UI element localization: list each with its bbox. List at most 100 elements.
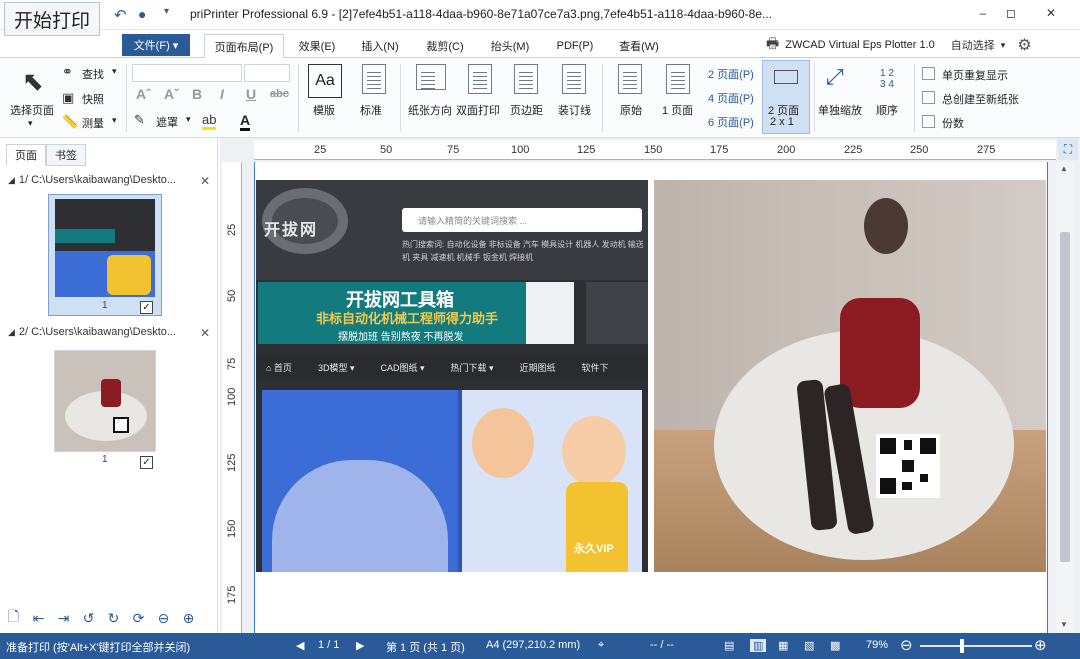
tab-header[interactable]: 抬头(M) [482,34,538,58]
zoom-out-icon[interactable]: ⊖ [154,609,173,628]
mask-button[interactable]: 遮罩 [156,114,178,130]
preview-page-1[interactable]: 开拔网 请输入精简的关键词搜索 ... 热门搜索词: 自动化设备 非标设备 汽车… [256,180,648,572]
ruler-settings-icon[interactable]: ⛶ [1058,138,1078,160]
undo-icon[interactable]: ↶ [114,6,127,24]
duplex-button[interactable]: 双面打印 [456,102,500,118]
restore-button[interactable]: ◻ [1000,4,1022,22]
page-checkbox-2[interactable]: ✓ [140,456,153,469]
repeat-each-page-checkbox[interactable] [922,67,935,80]
view-single-icon[interactable]: ▤ [724,639,734,652]
copies-checkbox[interactable] [922,115,935,128]
quick-access-dropdown-icon[interactable]: ▾ [164,6,169,17]
close-button[interactable]: ✕ [1040,4,1062,22]
printer-mode[interactable]: 自动选择 [951,37,995,53]
bold-icon[interactable]: B [192,86,202,102]
document-icon[interactable] [362,64,386,94]
rotate-right-icon[interactable]: ↻ [104,609,123,628]
four-pages-button[interactable]: 4 页面(P) [708,90,754,106]
zoom-slider-handle[interactable] [960,639,964,653]
one-page-button[interactable]: 1 页面 [662,102,693,118]
scale-icon[interactable]: ⤢ [826,64,844,90]
chevron-down-icon[interactable]: ▾ [186,114,191,125]
scroll-up-icon[interactable]: ▲ [1060,164,1068,173]
measure-button[interactable]: 测量 [82,115,104,131]
tab-pdf[interactable]: PDF(P) [548,34,602,58]
original-button[interactable]: 原始 [620,102,642,118]
zoom-in-icon[interactable]: ⊕ [1034,636,1047,654]
view-grid-icon[interactable]: ▩ [830,639,840,652]
zoom-in-icon[interactable]: ⊕ [179,609,198,628]
page-checkbox-1[interactable]: ✓ [140,301,153,314]
circle-icon[interactable]: ● [138,6,146,22]
italic-icon[interactable]: I [220,86,224,102]
tab-page-layout[interactable]: 页面布局(P) [204,34,284,59]
standard-button[interactable]: 标准 [360,102,382,118]
zoom-slider[interactable] [920,645,1032,647]
close-icon[interactable]: ✕ [200,326,210,340]
page-item-1-path[interactable]: ◢ 1/ C:\Users\kaibawang\Deskto... [8,174,212,190]
template-icon[interactable]: Aa [308,64,342,98]
page-thumbnail-2[interactable] [54,350,156,452]
gear-icon[interactable]: ⚙ [1017,35,1031,55]
binding-button[interactable]: 装订线 [558,102,591,118]
minimize-button[interactable]: – [972,4,994,22]
font-color-icon[interactable]: A [240,112,251,131]
page-navigator[interactable]: 1 / 1 [318,639,339,651]
page-item-2-path[interactable]: ◢ 2/ C:\Users\kaibawang\Deskto... [8,326,212,342]
one-page-icon[interactable] [666,64,690,94]
font-family-combo[interactable] [132,64,242,82]
page-thumbnail-1[interactable] [48,194,162,316]
find-button[interactable]: 查找 [82,66,104,82]
scale-single-button[interactable]: 单独缩放 [818,102,862,118]
chevron-down-icon[interactable]: ▾ [28,118,33,129]
view-continuous-icon[interactable]: ▥ [750,639,767,652]
collapse-icon[interactable]: ◢ [8,327,15,337]
new-page-icon[interactable]: 🗋 [4,608,23,628]
next-page-icon[interactable]: ▶ [356,639,364,652]
two-pages-button[interactable]: 2 页面(P) [708,66,754,82]
six-pages-button[interactable]: 6 页面(P) [708,114,754,130]
always-new-sheet-checkbox[interactable] [922,91,935,104]
printer-selector[interactable]: 🖶 ZWCAD Virtual Eps Plotter 1.0 自动选择 ▾ ⚙ [766,34,1046,56]
highlight-icon[interactable]: ab [202,112,217,130]
scrollbar-thumb[interactable] [1060,232,1070,562]
binding-icon[interactable] [562,64,586,94]
margins-button[interactable]: 页边距 [510,102,543,118]
duplex-icon[interactable] [468,64,492,94]
tab-pages[interactable]: 页面 [6,144,46,166]
tab-insert[interactable]: 插入(N) [352,34,408,58]
start-print-button[interactable]: 开始打印 [4,2,100,36]
scroll-down-icon[interactable]: ▼ [1060,620,1068,629]
chevron-down-icon[interactable]: ▾ [112,115,117,126]
collapse-icon[interactable]: ◢ [8,175,15,185]
view-book-icon[interactable]: ▧ [804,639,814,652]
preview-page-2[interactable] [654,180,1046,572]
import-icon[interactable]: ⇤ [29,609,48,628]
tab-effects[interactable]: 效果(E) [292,34,342,58]
original-icon[interactable] [618,64,642,94]
chevron-down-icon[interactable]: ▾ [112,66,117,77]
refresh-icon[interactable]: ⟳ [129,609,148,628]
grow-font-icon[interactable]: Aˆ [136,86,151,102]
select-page-label[interactable]: 选择页面 [10,102,54,118]
export-icon[interactable]: ⇥ [54,609,73,628]
snapshot-button[interactable]: 快照 [82,91,104,107]
cursor-icon[interactable]: ⬉ [22,66,44,97]
shrink-font-icon[interactable]: Aˇ [164,86,179,102]
font-size-combo[interactable] [244,64,290,82]
close-icon[interactable]: ✕ [200,174,210,188]
template-button[interactable]: 模版 [313,102,335,118]
paper-direction-button[interactable]: 纸张方向 [408,102,452,118]
underline-icon[interactable]: U [246,86,256,102]
tab-view[interactable]: 查看(W) [612,34,666,58]
vertical-scrollbar[interactable]: ▲ ▼ [1056,162,1074,633]
paper-orientation-icon[interactable] [416,64,446,90]
order-icon[interactable]: 1 23 4 [872,64,902,94]
tab-crop[interactable]: 裁剪(C) [418,34,472,58]
strikethrough-icon[interactable]: abc [270,88,289,100]
zoom-out-icon[interactable]: ⊖ [900,636,913,654]
tab-bookmarks[interactable]: 书签 [46,144,86,166]
order-button[interactable]: 顺序 [876,102,898,118]
rotate-left-icon[interactable]: ↺ [79,609,98,628]
prev-page-icon[interactable]: ◀ [296,639,304,652]
